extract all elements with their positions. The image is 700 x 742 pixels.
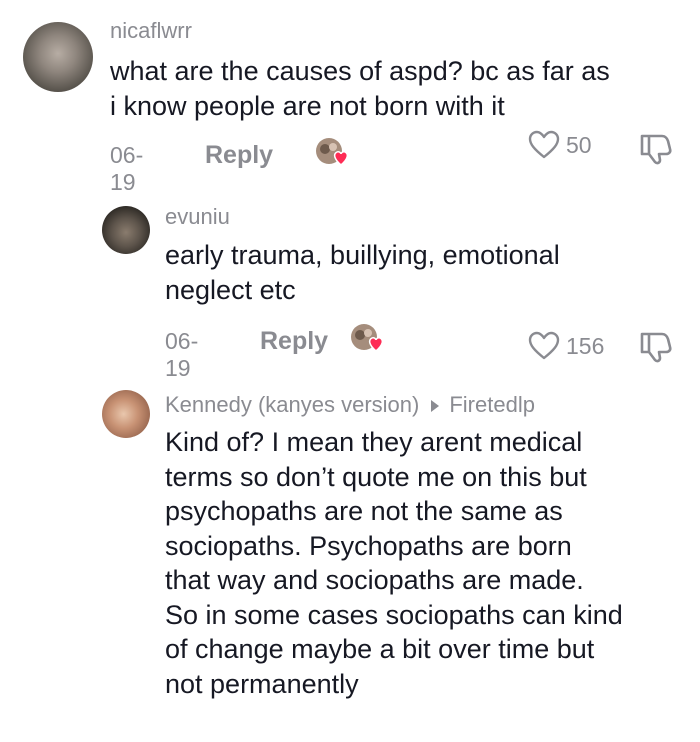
comment-text-line: not permanently [165,668,359,699]
heart-outline-icon [528,130,560,159]
comment-text-line: neglect etc [165,274,296,305]
comment-text-line: Kind of? I mean they arent medical [165,427,583,457]
like-count: 156 [566,332,605,359]
comment-text: what are the causes of aspd? bc as far a… [110,54,610,123]
avatar[interactable] [102,206,150,254]
heart-outline-icon [528,331,560,360]
avatar[interactable] [23,22,93,92]
comment-date: 06-19 [165,328,199,381]
comment-username[interactable]: Kennedy (kanyes version) [165,392,419,417]
reply-to-username[interactable]: Firetedlp [449,392,535,417]
thumbs-down-icon[interactable] [638,132,674,166]
comment-text: Kind of? I mean they arent medical terms… [165,425,623,701]
comment-text-line: psychopaths are not the same as [165,496,563,526]
comment-text: early trauma, buillying, emotional negle… [165,238,560,307]
reply-button[interactable]: Reply [260,327,328,356]
comment-username-row: Kennedy (kanyes version) Firetedlp [165,392,535,418]
comment-username[interactable]: nicaflwrr [110,18,192,44]
like-button[interactable]: 50 [528,130,592,160]
comment-username[interactable]: evuniu [165,204,230,230]
comment-date: 06-19 [110,142,144,195]
comment-text-line: of change maybe a bit over time but [165,634,595,664]
comment-text-line: early trauma, buillying, emotional [165,240,560,270]
creator-liked-avatar-heart-icon [351,324,384,352]
comment-text-line: terms so don’t quote me on this but [165,461,587,492]
comment-text-line: So in some cases sociopaths can kind [165,599,623,630]
comment-text-line: what are the causes of aspd? bc as far a… [110,56,610,86]
comment-text-line: i know people are not born with it [110,90,505,121]
like-button[interactable]: 156 [528,331,604,361]
thumbs-down-icon[interactable] [638,330,674,364]
avatar[interactable] [102,390,150,438]
like-count: 50 [566,131,592,158]
creator-liked-avatar-heart-icon [316,138,349,166]
comment-text-line: sociopaths. Psychopaths are born [165,530,572,561]
triangle-right-icon [431,400,440,413]
comment-text-line: that way and sociopaths are made. [165,565,584,595]
reply-button[interactable]: Reply [205,141,273,170]
